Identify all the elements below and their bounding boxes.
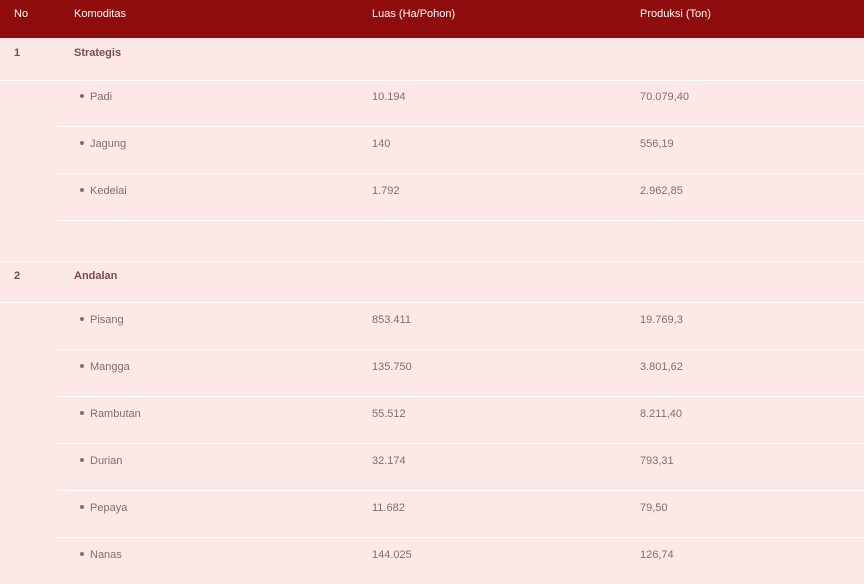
commodity-name: Pepaya: [80, 502, 127, 514]
luas-value: 853.411: [372, 314, 411, 326]
commodity-label: Pepaya: [90, 502, 128, 514]
section-number: 1: [14, 47, 21, 59]
header-luas: Luas (Ha/Pohon): [372, 8, 456, 20]
produksi-value: 70.079,40: [640, 91, 689, 103]
produksi-value: 79,50: [640, 502, 668, 514]
commodity-label: Mangga: [90, 361, 130, 373]
commodity-label: Rambutan: [90, 408, 141, 420]
row-divider: [0, 302, 864, 303]
row-divider: [57, 173, 864, 174]
row-divider: [57, 396, 864, 397]
table-header: No Komoditas Luas (Ha/Pohon) Produksi (T…: [0, 0, 864, 38]
header-produksi: Produksi (Ton): [640, 8, 711, 20]
commodity-label: Durian: [90, 455, 123, 467]
bullet-icon: [80, 188, 84, 192]
header-no: No: [14, 8, 29, 20]
produksi-value: 126,74: [640, 549, 674, 561]
luas-value: 11.682: [372, 502, 405, 514]
produksi-value: 3.801,62: [640, 361, 683, 373]
header-komoditas: Komoditas: [74, 8, 126, 20]
luas-value: 55.512: [372, 408, 406, 420]
produksi-value: 556,19: [640, 138, 674, 150]
luas-value: 1.792: [372, 185, 400, 197]
luas-value: 135.750: [372, 361, 412, 373]
bullet-icon: [80, 364, 84, 368]
section-divider: [0, 261, 864, 262]
produksi-value: 2.962,85: [640, 185, 683, 197]
commodity-label: Pisang: [90, 314, 124, 326]
commodity-name: Rambutan: [80, 408, 141, 420]
commodity-name: Padi: [80, 91, 112, 103]
commodity-label: Kedelai: [90, 185, 127, 197]
bullet-icon: [80, 94, 84, 98]
produksi-value: 19.769,3: [640, 314, 683, 326]
row-divider: [57, 537, 864, 538]
section-name: Andalan: [74, 270, 118, 282]
bullet-icon: [80, 552, 84, 556]
commodity-label: Jagung: [90, 138, 127, 150]
row-divider: [57, 443, 864, 444]
bullet-icon: [80, 411, 84, 415]
produksi-value: 8.211,40: [640, 408, 683, 420]
commodity-label: Padi: [90, 91, 113, 103]
luas-value: 140: [372, 138, 391, 150]
row-divider: [0, 80, 864, 81]
bullet-icon: [80, 317, 84, 321]
bullet-icon: [80, 141, 84, 145]
commodity-name: Mangga: [80, 361, 130, 373]
commodity-name: Jagung: [80, 138, 126, 150]
produksi-value: 793,31: [640, 455, 674, 467]
row-divider: [57, 349, 864, 350]
commodity-name: Pisang: [80, 314, 124, 326]
bullet-icon: [80, 505, 84, 509]
row-divider: [57, 490, 864, 491]
bullet-icon: [80, 458, 84, 462]
commodity-name: Durian: [80, 455, 122, 467]
luas-value: 144.025: [372, 549, 412, 561]
commodity-name: Nanas: [80, 549, 122, 561]
luas-value: 10.194: [372, 91, 406, 103]
commodity-label: Nanas: [90, 549, 122, 561]
commodity-name: Kedelai: [80, 185, 127, 197]
section-number: 2: [14, 270, 21, 282]
section-name: Strategis: [74, 47, 122, 59]
row-divider: [57, 220, 864, 221]
luas-value: 32.174: [372, 455, 406, 467]
row-divider: [57, 126, 864, 127]
